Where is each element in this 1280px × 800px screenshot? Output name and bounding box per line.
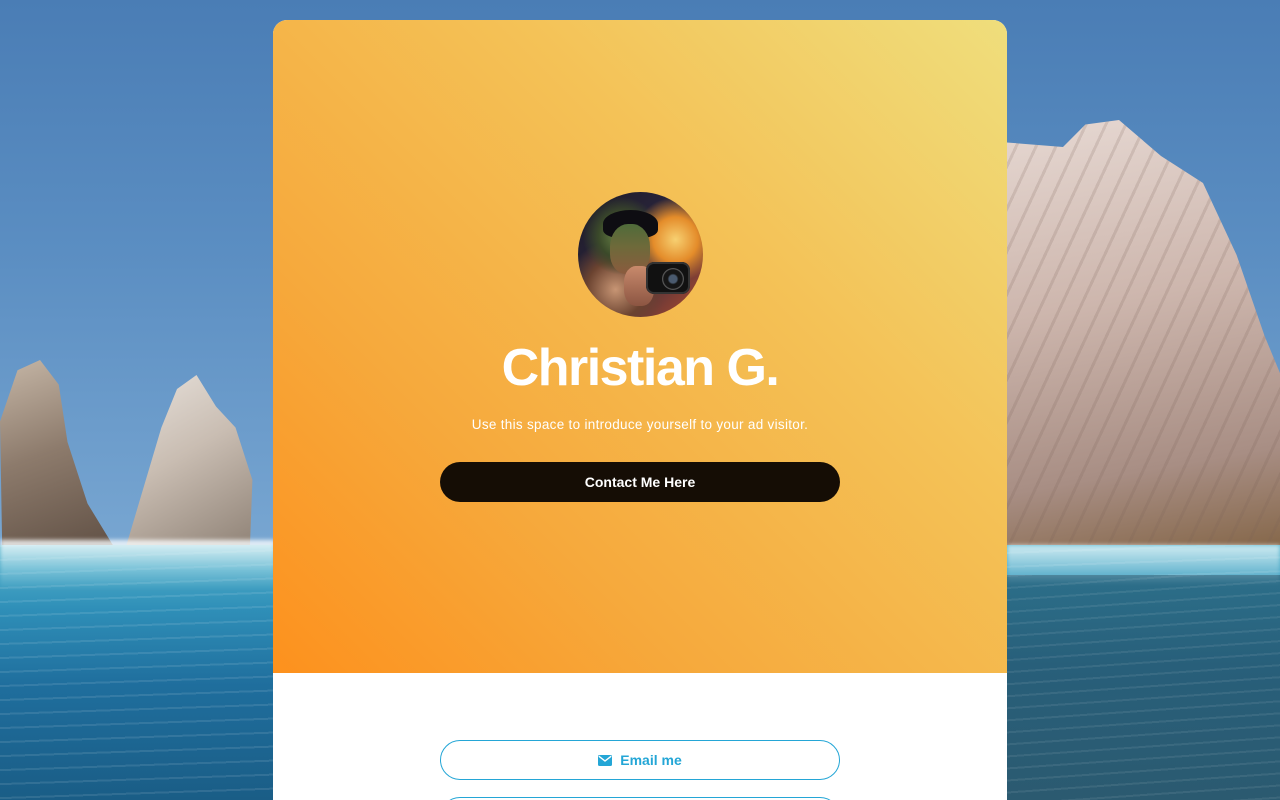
envelope-icon xyxy=(598,754,613,766)
profile-hero: Christian G. Use this space to introduce… xyxy=(273,20,1007,673)
wave-foam xyxy=(0,540,275,590)
profile-tagline: Use this space to introduce yourself to … xyxy=(471,417,809,432)
profile-card: Christian G. Use this space to introduce… xyxy=(273,20,1007,800)
avatar xyxy=(578,192,703,317)
wave-foam-right xyxy=(1007,545,1280,585)
camera-icon xyxy=(646,262,690,294)
links-section: Email me xyxy=(273,673,1007,800)
contact-button[interactable]: Contact Me Here xyxy=(440,462,840,502)
profile-name: Christian G. xyxy=(501,339,780,397)
sea-right xyxy=(1007,575,1280,800)
email-button-label: Email me xyxy=(620,752,682,768)
email-button[interactable]: Email me xyxy=(440,740,840,780)
